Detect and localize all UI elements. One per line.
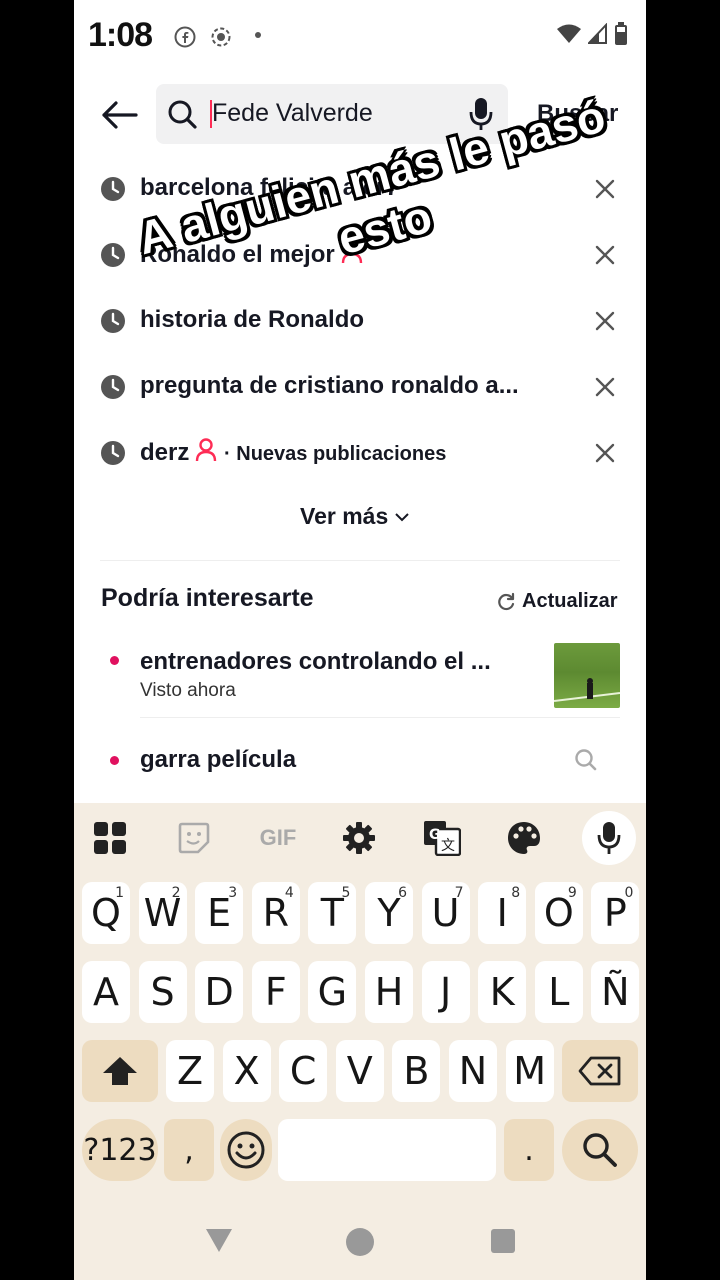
gif-button[interactable]: GIF <box>256 819 300 857</box>
apps-grid-icon[interactable] <box>90 819 130 857</box>
comma-key[interactable]: , <box>164 1119 214 1181</box>
key-ñ[interactable]: Ñ <box>591 961 640 1023</box>
chevron-down-icon <box>395 512 409 521</box>
status-icons <box>556 22 628 46</box>
search-query[interactable]: Fede Valverde <box>212 99 373 128</box>
notification-dot-icon <box>255 32 261 38</box>
trending-dot <box>110 656 119 665</box>
status-clock: 1:08 <box>88 16 153 54</box>
trending-dot <box>110 756 119 765</box>
arrow-left-icon <box>102 101 138 129</box>
show-more-button[interactable]: Ver más <box>300 503 410 530</box>
system-nav-bar <box>74 1203 646 1280</box>
svg-text:文: 文 <box>441 838 455 854</box>
search-key[interactable] <box>562 1119 638 1181</box>
emoji-icon <box>227 1131 265 1169</box>
sticker-icon[interactable] <box>174 819 214 857</box>
wifi-icon <box>557 24 581 43</box>
back-button[interactable] <box>96 94 142 136</box>
backspace-key[interactable] <box>562 1040 638 1102</box>
nav-back-icon[interactable] <box>204 1225 234 1255</box>
key-g[interactable]: G <box>308 961 357 1023</box>
key-s[interactable]: S <box>138 961 187 1023</box>
mic-icon <box>597 822 621 854</box>
key-i[interactable]: I8 <box>478 882 527 944</box>
search-icon[interactable] <box>574 748 598 772</box>
facebook-icon <box>174 26 196 48</box>
suggestion-item-title[interactable]: entrenadores controlando el ... <box>140 648 491 676</box>
key-o[interactable]: O9 <box>534 882 583 944</box>
shift-key[interactable] <box>82 1040 158 1102</box>
svg-text:G: G <box>429 827 441 843</box>
clock-icon <box>101 177 125 201</box>
key-u[interactable]: U7 <box>421 882 470 944</box>
key-f[interactable]: F <box>251 961 300 1023</box>
history-item-label: pregunta de cristiano ronaldo a... <box>140 372 519 399</box>
space-key[interactable] <box>278 1119 496 1181</box>
nav-home-button[interactable] <box>346 1228 374 1256</box>
search-icon <box>583 1133 617 1167</box>
history-item-note: · Nuevas publicaciones <box>224 443 447 465</box>
screen-record-icon <box>211 27 231 47</box>
suggestion-item-title[interactable]: garra película <box>140 746 296 774</box>
key-n[interactable]: N <box>449 1040 497 1102</box>
close-icon[interactable] <box>594 376 616 398</box>
theme-palette-icon[interactable] <box>504 819 544 857</box>
suggestions-heading: Podría interesarte <box>101 584 314 612</box>
key-z[interactable]: Z <box>166 1040 214 1102</box>
key-q[interactable]: Q1 <box>82 882 130 944</box>
refresh-suggestions-button[interactable]: Actualizar <box>496 590 618 613</box>
keyboard-mic-button[interactable] <box>582 811 636 865</box>
key-w[interactable]: W2 <box>138 882 187 944</box>
suggestion-thumbnail[interactable] <box>554 643 620 708</box>
refresh-label: Actualizar <box>522 590 618 612</box>
show-more-label: Ver más <box>300 503 389 529</box>
refresh-icon <box>498 592 515 610</box>
key-j[interactable]: J <box>421 961 470 1023</box>
history-item-label: derz · Nuevas publicaciones <box>140 438 447 466</box>
translate-icon[interactable]: G文 <box>422 819 462 857</box>
emoji-key[interactable] <box>220 1119 272 1181</box>
clock-icon <box>101 441 125 465</box>
close-icon[interactable] <box>594 442 616 464</box>
soccer-field-thumbnail-icon <box>554 678 620 702</box>
app-screen: 1:08 Fede Valverde Buscar barcelona feli… <box>74 0 646 1280</box>
divider <box>100 560 620 561</box>
period-key[interactable]: . <box>504 1119 554 1181</box>
history-item[interactable]: derz · Nuevas publicaciones <box>74 426 646 482</box>
key-x[interactable]: X <box>222 1040 271 1102</box>
key-m[interactable]: M <box>505 1040 554 1102</box>
symbols-key[interactable]: ?123 <box>82 1119 158 1181</box>
key-t[interactable]: T5 <box>308 882 357 944</box>
key-y[interactable]: Y6 <box>365 882 413 944</box>
battery-icon <box>615 22 627 45</box>
keyboard-toolbar: GIF G文 <box>74 803 646 873</box>
close-icon[interactable] <box>594 310 616 332</box>
key-v[interactable]: V <box>335 1040 384 1102</box>
key-k[interactable]: K <box>478 961 527 1023</box>
search-icon <box>168 100 197 129</box>
key-r[interactable]: R4 <box>251 882 300 944</box>
key-p[interactable]: P0 <box>591 882 640 944</box>
key-a[interactable]: A <box>82 961 130 1023</box>
key-b[interactable]: B <box>392 1040 441 1102</box>
soft-keyboard: GIF G文 Q1W2E3R4T5Y6U7I8O9P0ASDFGHJKLÑZXC… <box>74 803 646 1203</box>
settings-icon[interactable] <box>339 819 379 857</box>
history-item[interactable]: pregunta de cristiano ronaldo a... <box>74 360 646 416</box>
key-c[interactable]: C <box>279 1040 328 1102</box>
divider <box>140 717 620 718</box>
user-icon <box>196 438 217 462</box>
key-e[interactable]: E3 <box>195 882 244 944</box>
close-icon[interactable] <box>594 244 616 266</box>
key-l[interactable]: L <box>534 961 583 1023</box>
suggestion-item-subtitle: Visto ahora <box>140 680 236 701</box>
clock-icon <box>101 375 125 399</box>
nav-recents-button[interactable] <box>491 1229 515 1253</box>
cell-signal-icon <box>588 23 607 44</box>
key-h[interactable]: H <box>365 961 413 1023</box>
key-d[interactable]: D <box>195 961 244 1023</box>
status-bar: 1:08 <box>74 0 646 72</box>
shift-icon <box>103 1057 137 1085</box>
backspace-icon <box>578 1056 621 1086</box>
